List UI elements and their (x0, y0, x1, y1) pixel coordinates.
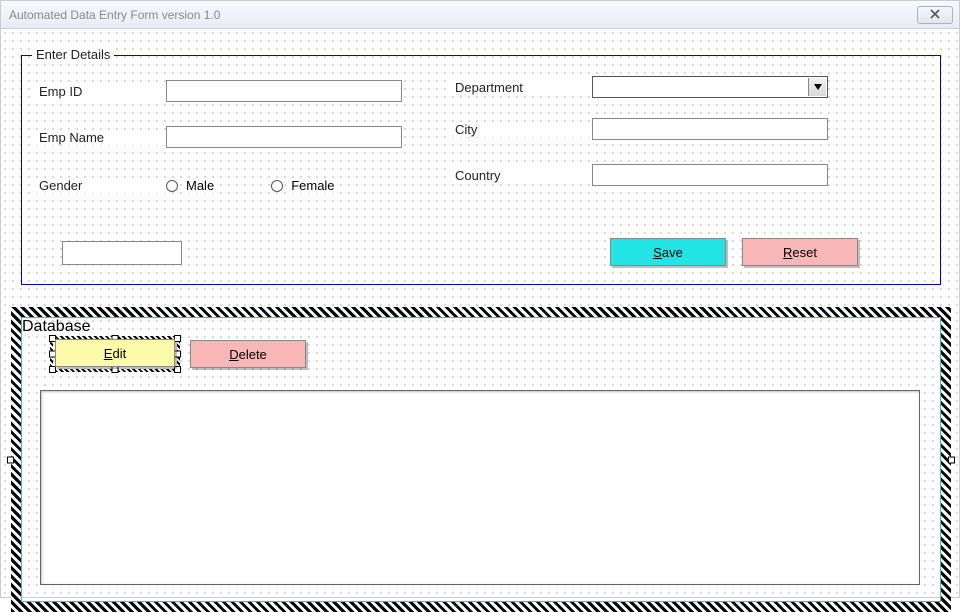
radio-icon (166, 180, 178, 192)
close-button[interactable] (917, 6, 953, 24)
radio-female[interactable]: Female (271, 178, 336, 193)
city-input[interactable] (592, 118, 828, 140)
country-input[interactable] (592, 164, 828, 186)
label-emp-id: Emp ID (36, 84, 166, 99)
resize-handle[interactable] (174, 335, 181, 342)
extra-input[interactable] (62, 241, 182, 265)
window-title: Automated Data Entry Form version 1.0 (9, 8, 220, 22)
delete-button[interactable]: Delete (190, 340, 306, 368)
label-city: City (452, 122, 592, 137)
form-canvas: Enter Details Emp ID Emp Name Gender Mal… (1, 29, 959, 597)
resize-handle[interactable] (174, 366, 181, 373)
reset-button-label: Reset (783, 245, 817, 260)
edit-button-selection-frame: Edit (50, 336, 180, 372)
window: Automated Data Entry Form version 1.0 En… (0, 0, 960, 598)
label-gender: Gender (36, 178, 166, 193)
emp-id-input[interactable] (166, 80, 402, 102)
resize-handle[interactable] (174, 351, 181, 358)
radio-male[interactable]: Male (166, 178, 216, 193)
chevron-down-icon (808, 78, 826, 96)
group-database: Database Edit Delete (21, 317, 941, 602)
save-button[interactable]: Save (610, 238, 726, 266)
label-country: Country (452, 168, 592, 183)
group-database-selection-frame: Database Edit Delete (11, 307, 951, 612)
delete-button-label: Delete (229, 347, 267, 362)
resize-handle[interactable] (112, 366, 119, 373)
radio-icon (271, 180, 283, 192)
department-combo[interactable] (592, 76, 828, 98)
label-emp-name: Emp Name (36, 130, 166, 145)
edit-button[interactable]: Edit (55, 339, 175, 367)
radio-female-label: Female (289, 178, 336, 193)
radio-male-label: Male (184, 178, 216, 193)
emp-name-input[interactable] (166, 126, 402, 148)
edit-button-label: Edit (104, 346, 126, 361)
group-enter-details-legend: Enter Details (32, 47, 114, 62)
resize-handle[interactable] (948, 456, 955, 463)
reset-button[interactable]: Reset (742, 238, 858, 266)
resize-handle[interactable] (49, 366, 56, 373)
close-icon (929, 6, 941, 24)
database-listbox[interactable] (40, 390, 920, 585)
label-department: Department (452, 80, 592, 95)
resize-handle[interactable] (7, 456, 14, 463)
save-button-label: Save (653, 245, 683, 260)
titlebar: Automated Data Entry Form version 1.0 (1, 1, 959, 29)
group-enter-details: Enter Details Emp ID Emp Name Gender Mal… (21, 55, 941, 285)
group-database-legend: Database (22, 318, 91, 335)
